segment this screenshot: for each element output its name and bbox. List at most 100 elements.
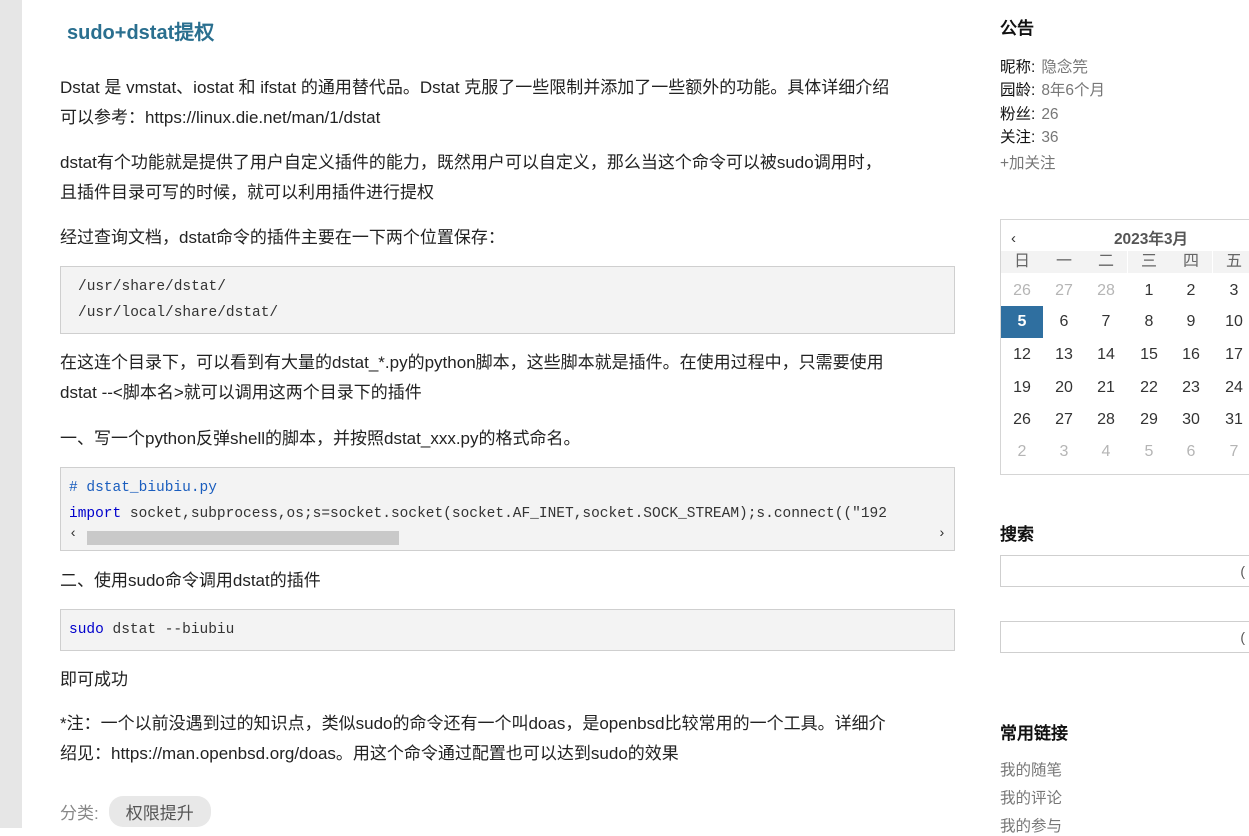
profile-following-key: 关注: [1000, 129, 1036, 146]
paragraph-note-line2: 绍见：https://man.openbsd.org/doas。用这个命令通过配… [60, 744, 679, 763]
profile-age-value[interactable]: 8年6个月 [1041, 82, 1105, 99]
calendar-day[interactable]: 7 [1085, 308, 1127, 336]
code-import-line: import socket,subprocess,os;s=socket.soc… [69, 501, 949, 527]
paragraph-note: *注：一个以前没遇到过的知识点，类似sudo的命令还有一个叫doas，是open… [60, 709, 955, 769]
calendar-weekday: 三 [1128, 251, 1170, 273]
calendar-day[interactable]: 24 [1213, 374, 1249, 402]
calendar-day[interactable]: 16 [1170, 341, 1212, 369]
post-category: 分类: 权限提升 [60, 796, 211, 827]
profile-following: 关注: 36 [1000, 126, 1059, 149]
calendar-day[interactable]: 3 [1043, 438, 1085, 466]
code-keyword-sudo: sudo [69, 622, 104, 638]
paragraph-plugin-dirs: 经过查询文档，dstat命令的插件主要在一下两个位置保存： [60, 228, 505, 247]
calendar-day[interactable]: 17 [1213, 341, 1249, 369]
scroll-right-icon[interactable]: › [938, 526, 946, 542]
calendar-day[interactable]: 22 [1128, 374, 1170, 402]
calendar-day[interactable]: 6 [1170, 438, 1212, 466]
search-input[interactable]: ( [1000, 555, 1249, 587]
calendar-day[interactable]: 5 [1128, 438, 1170, 466]
horizontal-scrollbar[interactable]: ‹ › [69, 526, 946, 545]
calendar-weekday: 一 [1043, 251, 1085, 273]
step-one-heading: 一、写一个python反弹shell的脚本，并按照dstat_xxx.py的格式… [60, 429, 581, 448]
calendar-day[interactable]: 27 [1043, 277, 1085, 305]
calendar-day[interactable]: 7 [1213, 438, 1249, 466]
calendar-day[interactable]: 9 [1170, 308, 1212, 336]
calendar-day[interactable]: 6 [1043, 308, 1085, 336]
calendar-day[interactable]: 10 [1213, 308, 1249, 336]
category-tag[interactable]: 权限提升 [108, 796, 211, 827]
paragraph-success: 即可成功 [60, 670, 128, 689]
code-sudo-line: sudo dstat --biubiu [69, 617, 234, 643]
left-margin-strip [0, 0, 22, 828]
profile-nickname: 昵称: 隐念笎 [1000, 56, 1088, 79]
calendar-weekday: 四 [1170, 251, 1212, 273]
calendar-day[interactable]: 2 [1170, 277, 1212, 305]
paragraph-intro: Dstat 是 vmstat、iostat 和 ifstat 的通用替代品。Ds… [60, 73, 955, 133]
paragraph-intro-line1: Dstat 是 vmstat、iostat 和 ifstat 的通用替代品。Ds… [60, 78, 890, 97]
calendar-day[interactable]: 26 [1001, 406, 1043, 434]
calendar-day[interactable]: 15 [1128, 341, 1170, 369]
calendar-day[interactable]: 31 [1213, 406, 1249, 434]
calendar-day[interactable]: 21 [1085, 374, 1127, 402]
paragraph-plugin-feature: dstat有个功能就是提供了用户自定义插件的能力，既然用户可以自定义，那么当这个… [60, 148, 955, 208]
profile-fans-value[interactable]: 26 [1041, 106, 1058, 123]
calendar-day[interactable]: 28 [1085, 406, 1127, 434]
paragraph-plugin-usage: 在这连个目录下，可以看到有大量的dstat_*.py的python脚本，这些脚本… [60, 348, 955, 408]
scrollbar-thumb[interactable] [87, 531, 399, 545]
post-title[interactable]: sudo+dstat提权 [67, 16, 214, 45]
calendar-day[interactable]: 8 [1128, 308, 1170, 336]
calendar-day[interactable]: 26 [1001, 277, 1043, 305]
category-label: 分类: [60, 804, 99, 823]
code-block-plugin-paths: /usr/share/dstat/ /usr/local/share/dstat… [60, 266, 955, 334]
calendar-title: 2023年3月 [1113, 231, 1189, 248]
code-keyword-import: import [69, 506, 122, 522]
calendar-day[interactable]: 14 [1085, 341, 1127, 369]
code-sudo-rest: dstat --biubiu [103, 622, 235, 638]
calendar-day[interactable]: 27 [1043, 406, 1085, 434]
profile-age-key: 园龄: [1000, 82, 1036, 99]
link-my-participation[interactable]: 我的参与 [1000, 814, 1062, 836]
calendar-weekday: 五 [1213, 251, 1249, 273]
calendar-day[interactable]: 28 [1085, 277, 1127, 305]
step-two-heading: 二、使用sudo命令调用dstat的插件 [60, 571, 321, 590]
profile-fans: 粉丝: 26 [1000, 103, 1059, 126]
calendar: ‹ 2023年3月 日一二三四五 26 27 28 1 2 3 5 6 7 8 9 10 12 13 14 15… [1000, 219, 1249, 475]
code-import-rest: socket,subprocess,os;s=socket.socket(soc… [121, 506, 887, 522]
profile-following-value[interactable]: 36 [1041, 129, 1058, 146]
calendar-day[interactable]: 29 [1128, 406, 1170, 434]
calendar-day[interactable]: 20 [1043, 374, 1085, 402]
paragraph-note-line1: *注：一个以前没遇到过的知识点，类似sudo的命令还有一个叫doas，是open… [60, 714, 886, 733]
calendar-day[interactable]: 1 [1128, 277, 1170, 305]
calendar-day[interactable]: 19 [1001, 374, 1043, 402]
code-block-sudo-command: sudo dstat --biubiu [60, 609, 955, 651]
calendar-day[interactable]: 12 [1001, 341, 1043, 369]
paragraph-plugin-line2: 且插件目录可写的时候，就可以利用插件进行提权 [60, 183, 434, 202]
calendar-weekday: 二 [1085, 251, 1127, 273]
calendar-today[interactable]: 5 [1001, 306, 1043, 338]
search-heading: 搜索 [1000, 525, 1034, 544]
link-my-posts[interactable]: 我的随笔 [1000, 758, 1062, 780]
code-line-2: /usr/local/share/dstat/ [78, 305, 279, 321]
notice-heading: 公告 [1000, 19, 1034, 38]
paragraph-plugin-line1: dstat有个功能就是提供了用户自定义插件的能力，既然用户可以自定义，那么当这个… [60, 153, 882, 172]
search-button-icon[interactable]: ( [1240, 563, 1245, 579]
code-line-1: /usr/share/dstat/ [78, 279, 226, 295]
code-block-python-script[interactable]: # dstat_biubiu.py import socket,subproce… [60, 467, 955, 551]
calendar-day[interactable]: 30 [1170, 406, 1212, 434]
calendar-day[interactable]: 13 [1043, 341, 1085, 369]
calendar-day[interactable]: 3 [1213, 277, 1249, 305]
paragraph-intro-line2: 可以参考：https://linux.die.net/man/1/dstat [60, 108, 381, 127]
profile-nickname-value[interactable]: 隐念笎 [1041, 59, 1088, 76]
paragraph-usage-line1: 在这连个目录下，可以看到有大量的dstat_*.py的python脚本，这些脚本… [60, 353, 884, 372]
link-my-comments[interactable]: 我的评论 [1000, 786, 1062, 808]
calendar-weekday: 日 [1001, 251, 1043, 273]
paragraph-usage-line2: dstat --<脚本名>就可以调用这两个目录下的插件 [60, 383, 422, 402]
follow-link[interactable]: +加关注 [1000, 151, 1056, 173]
calendar-day[interactable]: 23 [1170, 374, 1212, 402]
search-google-input[interactable]: ( [1000, 621, 1249, 653]
scroll-left-icon[interactable]: ‹ [69, 526, 77, 542]
calendar-day[interactable]: 2 [1001, 438, 1043, 466]
calendar-day[interactable]: 4 [1085, 438, 1127, 466]
search-google-button-icon[interactable]: ( [1240, 629, 1245, 645]
links-heading: 常用链接 [1000, 724, 1068, 743]
